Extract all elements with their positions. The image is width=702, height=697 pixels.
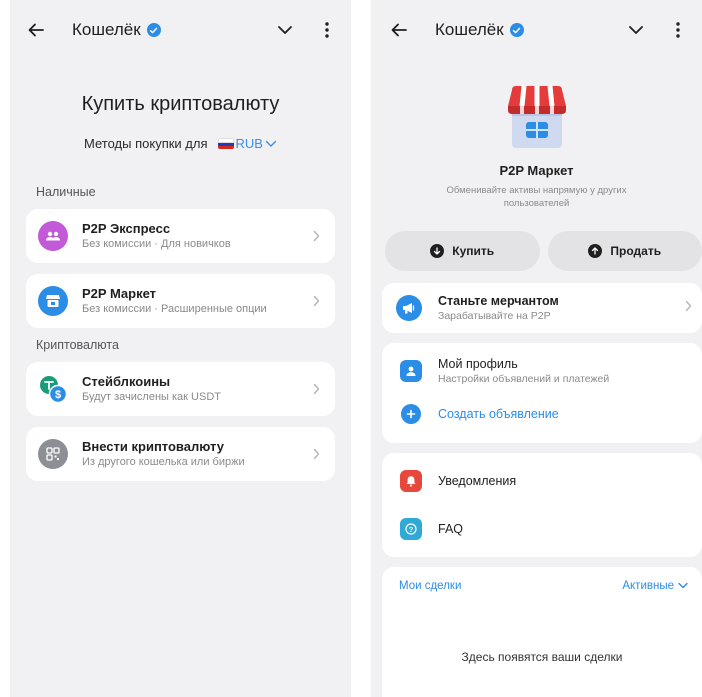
option-stablecoins[interactable]: $ Стейблкоины Будут зачислены как USDT [26, 362, 335, 416]
chevron-down-icon[interactable] [273, 18, 297, 42]
bell-icon [400, 470, 422, 492]
merchant-title: Станьте мерчантом [438, 294, 559, 308]
merchant-subtitle: Зарабатывайте на P2P [438, 310, 551, 322]
p2p-market-screen: Кошелёк P2P Маркет Обменивайте активы на… [371, 0, 702, 697]
more-vertical-icon[interactable] [315, 18, 339, 42]
page-title: Купить криптовалюту [81, 93, 280, 115]
my-deals-card: Мои сделки Активные Здесь появятся ваши … [382, 567, 702, 697]
option-title: P2P Экспресс [82, 220, 171, 236]
chevron-down-icon[interactable] [624, 18, 648, 42]
russia-flag-icon [217, 138, 234, 149]
faq-row[interactable]: ? FAQ [382, 505, 702, 553]
back-arrow-icon[interactable] [387, 18, 411, 42]
market-subtitle: Обменивайте активы напрямую у других пол… [446, 185, 627, 209]
become-merchant-card[interactable]: Станьте мерчантом Зарабатывайте на P2P [382, 283, 702, 333]
profile-title: Мой профиль [438, 357, 518, 371]
notifications-label: Уведомления [438, 474, 517, 488]
sell-button[interactable]: Продать [547, 231, 702, 271]
my-profile-row[interactable]: Мой профиль Настройки объявлений и плате… [382, 343, 702, 395]
deals-filter-dropdown[interactable]: Активные [622, 580, 688, 592]
deals-filter-label: Активные [622, 580, 674, 592]
option-deposit-crypto[interactable]: Внести криптовалюту Из другого кошелька … [26, 427, 335, 481]
chevron-right-icon [309, 295, 323, 307]
chevron-down-icon [678, 580, 688, 592]
buy-button-label: Купить [452, 244, 495, 258]
profile-subtitle: Настройки объявлений и платежей [438, 373, 610, 385]
question-icon: ? [400, 518, 422, 540]
option-subtitle: Без комиссии · Для новичков [82, 237, 231, 250]
option-subtitle: Из другого кошелька или биржи [82, 455, 245, 468]
store-icon [502, 84, 572, 155]
store-icon [38, 286, 68, 316]
chevron-right-icon [309, 448, 323, 460]
wallet-title: Кошелёк [72, 20, 161, 40]
market-title: P2P Маркет [499, 163, 574, 178]
svg-text:?: ? [409, 525, 414, 534]
back-arrow-icon[interactable] [24, 18, 48, 42]
create-ad-label: Создать объявление [438, 407, 559, 421]
chevron-right-icon [309, 383, 323, 395]
option-title: P2P Маркет [82, 285, 157, 301]
option-subtitle: Будут зачислены как USDT [82, 390, 221, 403]
profile-card: Мой профиль Настройки объявлений и плате… [382, 343, 702, 443]
verified-badge-icon [146, 23, 161, 37]
deals-header: Мои сделки Активные [382, 567, 702, 605]
faq-label: FAQ [438, 522, 464, 536]
section-label-cash: Наличные [36, 185, 96, 199]
megaphone-icon [396, 295, 422, 321]
qr-icon [38, 439, 68, 469]
option-title: Внести криптовалюту [82, 438, 224, 454]
currency-selector[interactable]: RUB [214, 136, 277, 151]
chevron-right-icon [685, 299, 692, 317]
notifications-row[interactable]: Уведомления [382, 453, 702, 505]
currency-code: RUB [235, 136, 263, 151]
top-bar: Кошелёк [10, 0, 351, 60]
chevron-down-icon [265, 136, 277, 151]
section-label-crypto: Криптовалюта [36, 338, 119, 352]
deals-empty-state: Здесь появятся ваши сделки [461, 650, 623, 664]
purchase-methods-row: Методы покупки для RUB [10, 136, 351, 151]
buy-sell-actions: Купить Продать [385, 231, 702, 271]
sell-button-label: Продать [610, 244, 662, 258]
option-title: Стейблкоины [82, 373, 171, 389]
user-icon [400, 360, 422, 382]
arrow-down-circle-icon [430, 244, 445, 258]
more-vertical-icon[interactable] [666, 18, 690, 42]
buy-crypto-screen: Кошелёк Купить криптовалюту Методы покуп… [10, 0, 351, 697]
users-icon [38, 221, 68, 251]
create-ad-row[interactable]: Создать объявление [382, 395, 702, 433]
methods-label: Методы покупки для [84, 136, 208, 151]
top-bar: Кошелёк [371, 0, 702, 60]
option-p2p-express[interactable]: P2P Экспресс Без комиссии · Для новичков [26, 209, 335, 263]
chevron-right-icon [309, 230, 323, 242]
plus-circle-icon [401, 404, 421, 424]
wallet-title: Кошелёк [435, 20, 524, 40]
verified-badge-icon [509, 23, 524, 37]
svg-text:$: $ [55, 389, 61, 401]
option-p2p-market[interactable]: P2P Маркет Без комиссии · Расширенные оп… [26, 274, 335, 328]
wallet-title-text: Кошелёк [72, 20, 141, 39]
buy-button[interactable]: Купить [385, 231, 540, 271]
wallet-title-text: Кошелёк [435, 20, 504, 39]
option-subtitle: Без комиссии · Расширенные опции [82, 302, 267, 315]
market-illustration [371, 84, 702, 155]
deals-title: Мои сделки [399, 580, 462, 592]
coins-icon: $ [38, 374, 68, 404]
arrow-up-circle-icon [588, 244, 603, 258]
info-card: Уведомления ? FAQ [382, 453, 702, 557]
